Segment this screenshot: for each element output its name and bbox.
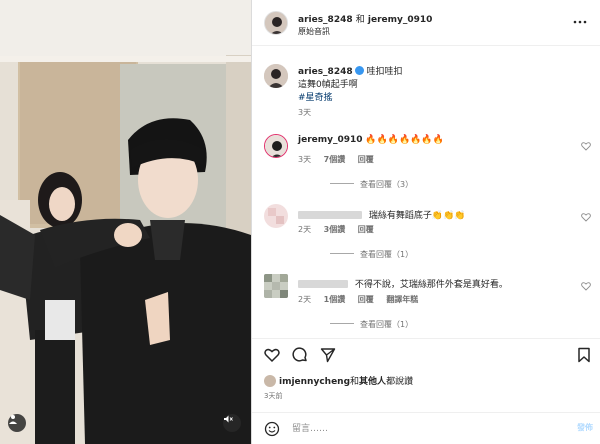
author-avatar[interactable] bbox=[264, 11, 288, 35]
post-media-video[interactable] bbox=[0, 0, 251, 444]
authors-conjunction: 和 bbox=[355, 15, 365, 25]
comment-username[interactable]: jeremy_0910 bbox=[298, 135, 363, 145]
more-icon[interactable] bbox=[573, 15, 587, 29]
likes-and: 和 bbox=[350, 377, 360, 387]
liker-username[interactable]: imjennycheng bbox=[279, 377, 350, 387]
comment-avatar-image bbox=[264, 204, 288, 228]
likes-summary: imjennycheng和其他人都說讚 bbox=[264, 374, 413, 387]
original-audio-link[interactable]: 原始音訊 bbox=[298, 26, 330, 37]
heart-icon[interactable] bbox=[581, 212, 591, 222]
comment-likes[interactable]: 1個讚 bbox=[324, 295, 346, 304]
author-avatar-image bbox=[265, 12, 287, 34]
comment-likes[interactable]: 3個讚 bbox=[324, 225, 346, 234]
view-replies-button[interactable]: 查看回覆（1） bbox=[330, 319, 413, 330]
bookmark-icon[interactable] bbox=[576, 347, 592, 363]
caption-line-2: 這舞0幀起手啊 bbox=[298, 80, 358, 90]
view-replies-label: 查看回覆（1） bbox=[360, 250, 414, 259]
author-username-1[interactable]: aries_8248 bbox=[298, 15, 353, 25]
comment-time: 2天 bbox=[298, 225, 312, 234]
likes-others-link[interactable]: 其他人 bbox=[359, 377, 386, 387]
reply-button[interactable]: 回覆 bbox=[358, 225, 374, 234]
view-replies-button[interactable]: 查看回覆（3） bbox=[330, 179, 413, 190]
heart-icon[interactable] bbox=[581, 141, 591, 151]
caption: aries_8248 哇扣哇扣 這舞0幀起手啊 #星奇搖 bbox=[298, 66, 403, 105]
mute-button[interactable] bbox=[223, 414, 241, 432]
mute-icon bbox=[224, 415, 233, 423]
share-icon[interactable] bbox=[320, 347, 336, 363]
reply-button[interactable]: 回覆 bbox=[358, 295, 374, 304]
blurred-username bbox=[298, 211, 362, 219]
comment-input[interactable] bbox=[292, 419, 552, 439]
post-authors: aries_8248 和 jeremy_0910 bbox=[298, 12, 432, 25]
comment-text: 🔥🔥🔥🔥🔥🔥🔥 bbox=[365, 135, 444, 145]
video-frame bbox=[0, 0, 251, 444]
comment-text: 瑞絲有舞蹈底子👏👏👏 bbox=[368, 211, 466, 221]
emoji-icon[interactable] bbox=[264, 421, 280, 437]
comment-body: jeremy_0910 🔥🔥🔥🔥🔥🔥🔥 bbox=[298, 135, 444, 145]
comment-avatar[interactable] bbox=[264, 134, 288, 158]
view-replies-label: 查看回覆（3） bbox=[360, 180, 414, 189]
blurred-username bbox=[298, 280, 348, 288]
replies-divider bbox=[330, 183, 354, 184]
comment-body: 不得不說，艾瑞絲那件外套是真好看。 bbox=[298, 277, 508, 290]
comment-meta: 3天 7個讚 回覆 bbox=[298, 154, 384, 165]
heart-icon[interactable] bbox=[581, 281, 591, 291]
caption-line-1: 哇扣哇扣 bbox=[366, 67, 403, 77]
caption-avatar-image bbox=[264, 64, 288, 88]
post-header: aries_8248 和 jeremy_0910 原始音訊 bbox=[252, 0, 600, 46]
comment-meta: 2天 3個讚 回覆 bbox=[298, 224, 384, 235]
comment-avatar-image bbox=[265, 135, 287, 157]
comment-icon[interactable] bbox=[292, 347, 308, 363]
caption-username[interactable]: aries_8248 bbox=[298, 67, 353, 77]
comment-avatar[interactable] bbox=[264, 274, 288, 298]
likes-suffix: 都說讚 bbox=[386, 377, 414, 387]
tag-user-icon bbox=[9, 415, 17, 424]
tag-user-button[interactable] bbox=[8, 414, 26, 432]
comment-body: 瑞絲有舞蹈底子👏👏👏 bbox=[298, 208, 466, 221]
comment-time: 3天 bbox=[298, 155, 312, 164]
replies-divider bbox=[330, 253, 354, 254]
comment-text: 不得不說，艾瑞絲那件外套是真好看。 bbox=[354, 280, 508, 290]
comments-list[interactable]: aries_8248 哇扣哇扣 這舞0幀起手啊 #星奇搖 3天 jeremy_0… bbox=[252, 46, 600, 336]
caption-avatar[interactable] bbox=[264, 64, 288, 88]
author-username-2[interactable]: jeremy_0910 bbox=[368, 15, 433, 25]
view-replies-label: 查看回覆（1） bbox=[360, 320, 414, 329]
caption-meta: 3天 bbox=[298, 107, 321, 118]
comment-composer: 發佈 bbox=[252, 412, 600, 444]
translate-button[interactable]: 翻譯年糕 bbox=[386, 295, 418, 304]
comment-avatar-image bbox=[264, 274, 288, 298]
comment-likes[interactable]: 7個讚 bbox=[324, 155, 346, 164]
post-actions-bar bbox=[252, 338, 600, 368]
comment-time: 2天 bbox=[298, 295, 312, 304]
post-detail-panel: aries_8248 和 jeremy_0910 原始音訊 aries_8248… bbox=[251, 0, 600, 444]
posted-time[interactable]: 3天前 bbox=[264, 391, 282, 401]
view-replies-button[interactable]: 查看回覆（1） bbox=[330, 249, 413, 260]
post-comment-button[interactable]: 發佈 bbox=[577, 422, 593, 433]
reply-button[interactable]: 回覆 bbox=[358, 155, 374, 164]
liker-avatar[interactable] bbox=[264, 375, 276, 387]
caption-hashtag[interactable]: #星奇搖 bbox=[298, 92, 403, 105]
caption-time: 3天 bbox=[298, 108, 312, 117]
replies-divider bbox=[330, 323, 354, 324]
comment-meta: 2天 1個讚 回覆 翻譯年糕 bbox=[298, 294, 428, 305]
verified-badge-icon bbox=[354, 66, 364, 75]
comment-avatar[interactable] bbox=[264, 204, 288, 228]
heart-icon[interactable] bbox=[264, 347, 280, 363]
